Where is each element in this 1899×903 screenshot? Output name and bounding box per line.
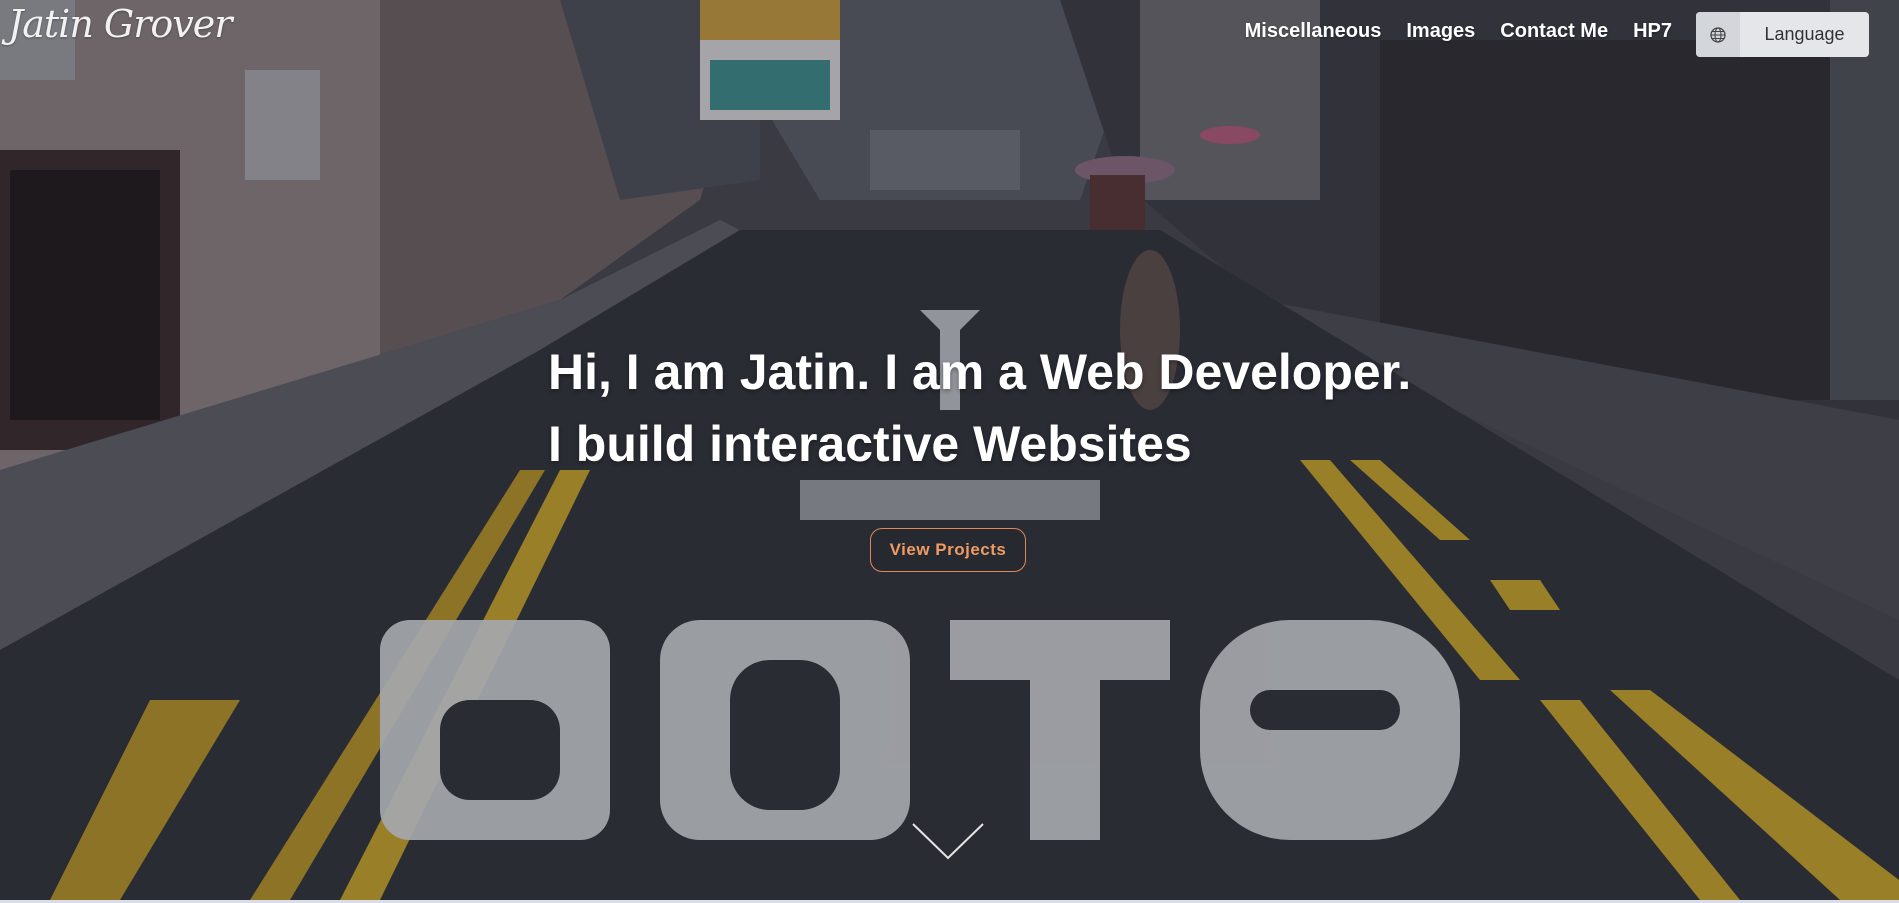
globe-icon — [1710, 26, 1726, 43]
chevron-down-icon[interactable] — [911, 822, 985, 862]
main-nav: Miscellaneous Images Contact Me HP7 — [1245, 20, 1672, 43]
nav-link-images[interactable]: Images — [1406, 20, 1475, 43]
nav-link-miscellaneous[interactable]: Miscellaneous — [1245, 20, 1382, 43]
nav-link-hp7[interactable]: HP7 — [1633, 20, 1672, 43]
hero-headline-line-1: Hi, I am Jatin. I am a Web Developer. — [548, 344, 1412, 400]
hero-headline: Hi, I am Jatin. I am a Web Developer. I … — [548, 336, 1411, 480]
language-selector[interactable]: Language — [1696, 12, 1869, 57]
brand-logo[interactable]: Jatin Grover — [8, 2, 232, 46]
view-projects-button[interactable]: View Projects — [870, 528, 1026, 572]
nav-link-contact-me[interactable]: Contact Me — [1500, 20, 1608, 43]
hero-headline-line-2: I build interactive Websites — [548, 416, 1192, 472]
hero-section: Jatin Grover Miscellaneous Images Contac… — [0, 0, 1899, 900]
language-icon-box — [1696, 12, 1740, 57]
language-label: Language — [1764, 24, 1845, 44]
